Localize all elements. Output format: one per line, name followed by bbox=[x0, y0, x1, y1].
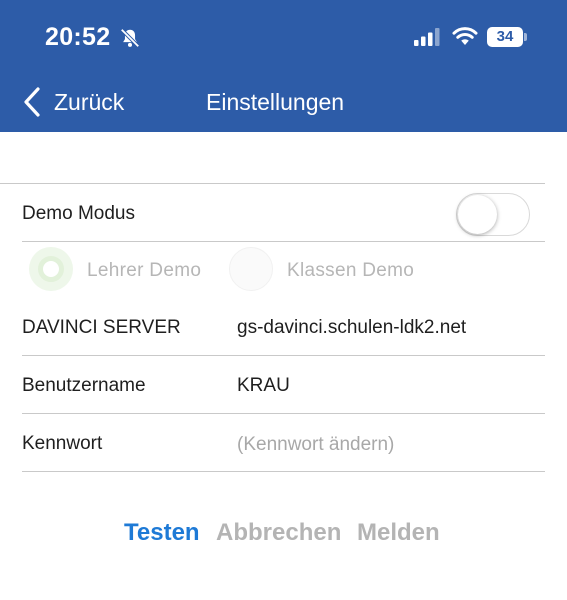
report-button[interactable]: Melden bbox=[357, 519, 440, 547]
divider bbox=[22, 355, 545, 356]
chevron-left-icon bbox=[24, 87, 40, 117]
navigation-header: 20:52 34 Zurück Einstellungen bbox=[0, 0, 567, 132]
demo-mode-label: Demo Modus bbox=[22, 203, 135, 224]
radio-lehrer-demo[interactable] bbox=[29, 247, 73, 291]
divider bbox=[22, 241, 545, 242]
cancel-button[interactable]: Abbrechen bbox=[216, 519, 341, 547]
password-input[interactable]: (Kennwort ändern) bbox=[237, 434, 394, 456]
divider bbox=[22, 413, 545, 414]
wifi-icon bbox=[452, 27, 478, 45]
page-title: Einstellungen bbox=[206, 89, 345, 115]
radio-lehrer-demo-label: Lehrer Demo bbox=[87, 260, 202, 281]
radio-klassen-demo[interactable] bbox=[229, 247, 273, 291]
divider bbox=[0, 183, 545, 184]
server-input[interactable]: gs-davinci.schulen-ldk2.net bbox=[237, 317, 466, 339]
toggle-knob bbox=[458, 195, 497, 234]
bell-slash-icon bbox=[120, 28, 140, 48]
test-button[interactable]: Testen bbox=[124, 519, 200, 547]
back-button[interactable]: Zurück bbox=[22, 84, 124, 120]
cellular-signal-icon bbox=[414, 28, 440, 46]
radio-klassen-demo-label: Klassen Demo bbox=[287, 260, 415, 281]
divider bbox=[22, 471, 545, 472]
battery-icon: 34 bbox=[487, 27, 527, 47]
server-label: DAVINCI SERVER bbox=[22, 317, 181, 338]
back-label: Zurück bbox=[54, 88, 125, 115]
demo-mode-toggle[interactable] bbox=[456, 193, 530, 236]
username-label: Benutzername bbox=[22, 375, 146, 396]
username-input[interactable]: KRAU bbox=[237, 375, 290, 397]
battery-level: 34 bbox=[496, 28, 514, 45]
password-label: Kennwort bbox=[22, 433, 103, 454]
status-time: 20:52 bbox=[45, 23, 111, 51]
